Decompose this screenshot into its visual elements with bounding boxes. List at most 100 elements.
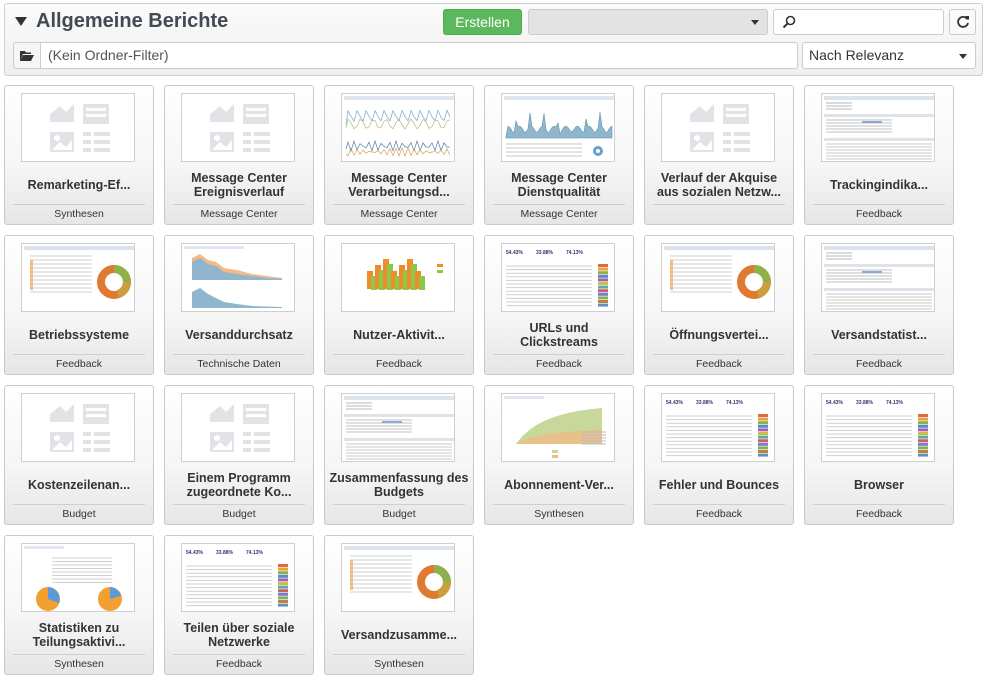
report-tile[interactable]: Trackingindika... Feedback: [804, 85, 954, 225]
report-tile[interactable]: Einem Programm zugeordnete Ko... Budget: [164, 385, 314, 525]
report-title: Versanddurchsatz: [185, 328, 293, 342]
collapse-triangle-icon[interactable]: [15, 17, 27, 26]
divider: [173, 354, 305, 355]
report-category: Message Center: [520, 208, 598, 220]
sort-dropdown[interactable]: Nach Relevanz: [802, 42, 976, 69]
divider: [333, 354, 465, 355]
report-tile[interactable]: Nutzer-Aktivit... Feedback: [324, 235, 474, 375]
report-title: Öffnungsvertei...: [669, 328, 769, 342]
svg-text:74.13%: 74.13%: [566, 250, 584, 256]
divider: [653, 504, 785, 505]
report-tile[interactable]: 54.43% 33.88% 74.13% URLs und Clickstreams F…: [484, 235, 634, 375]
report-tile[interactable]: Versandzusamme... Synthesen: [324, 535, 474, 675]
report-title: Abonnement-Ver...: [504, 478, 614, 492]
create-button[interactable]: Erstellen: [443, 9, 522, 35]
report-thumbnail: [21, 93, 135, 162]
report-title: Zusammenfassung des Budgets: [329, 471, 469, 499]
divider: [333, 504, 465, 505]
divider: [653, 354, 785, 355]
report-title: Nutzer-Aktivit...: [353, 328, 445, 342]
divider: [813, 204, 945, 205]
report-title: Versandstatist...: [831, 328, 927, 342]
divider: [173, 204, 305, 205]
chevron-down-icon: [751, 20, 759, 25]
search-input[interactable]: [798, 13, 938, 31]
report-tile[interactable]: Versandstatist... Feedback: [804, 235, 954, 375]
report-tile[interactable]: 54.43% 33.88% 74.13% Browser Feedback: [804, 385, 954, 525]
report-tile[interactable]: Message Center Dienstqualität Message Cen…: [484, 85, 634, 225]
report-tile[interactable]: Verlauf der Akquise aus sozialen Netzw..…: [644, 85, 794, 225]
report-thumbnail: [341, 243, 455, 312]
divider: [493, 504, 625, 505]
svg-text:33.88%: 33.88%: [856, 400, 874, 406]
report-thumbnail: [661, 93, 775, 162]
report-tile[interactable]: Versanddurchsatz Technische Daten: [164, 235, 314, 375]
report-title: Message Center Dienstqualität: [511, 171, 607, 199]
folder-open-icon: [20, 51, 34, 61]
report-title: Statistiken zu Teilungsaktivi...: [32, 621, 126, 649]
svg-text:33.88%: 33.88%: [536, 250, 554, 256]
report-thumbnail: 54.43% 33.88% 74.13%: [821, 393, 935, 462]
svg-text:74.13%: 74.13%: [886, 400, 904, 406]
report-title: Remarketing-Ef...: [27, 178, 131, 192]
divider: [653, 204, 785, 205]
report-category: Message Center: [200, 208, 278, 220]
report-category: Feedback: [695, 508, 743, 520]
svg-text:33.88%: 33.88%: [696, 400, 714, 406]
report-tile[interactable]: Zusammenfassung des Budgets Budget: [324, 385, 474, 525]
report-type-dropdown[interactable]: [528, 9, 768, 35]
report-tile[interactable]: Abonnement-Ver... Synthesen: [484, 385, 634, 525]
report-thumbnail: [821, 243, 935, 312]
sort-value: Nach Relevanz: [809, 47, 904, 63]
search-box[interactable]: [773, 9, 944, 35]
folder-filter-field[interactable]: (Kein Ordner-Filter): [40, 42, 798, 69]
folder-filter-button[interactable]: [13, 42, 41, 69]
svg-text:33.88%: 33.88%: [216, 550, 234, 556]
search-icon: [782, 15, 796, 29]
report-tile[interactable]: Remarketing-Ef... Synthesen: [4, 85, 154, 225]
report-title: Message Center Verarbeitungsd...: [348, 171, 450, 199]
report-category: Technische Daten: [197, 358, 281, 370]
report-title: Teilen über soziale Netzwerke: [183, 621, 295, 649]
header-panel: Allgemeine Berichte Erstellen (Kein Ordn…: [4, 3, 983, 76]
report-category: Synthesen: [54, 658, 104, 670]
report-thumbnail: [181, 393, 295, 462]
report-thumbnail: [341, 543, 455, 612]
svg-text:54.43%: 54.43%: [666, 400, 684, 406]
divider: [493, 354, 625, 355]
report-category: Feedback: [215, 658, 263, 670]
report-title: Verlauf der Akquise aus sozialen Netzw..…: [657, 171, 781, 199]
report-thumbnail: [501, 393, 615, 462]
report-category: Feedback: [55, 358, 103, 370]
report-tile[interactable]: Betriebssysteme Feedback: [4, 235, 154, 375]
report-tile[interactable]: Message Center Ereignisverlauf Message Ce…: [164, 85, 314, 225]
report-title: URLs und Clickstreams: [520, 321, 598, 349]
report-tile[interactable]: Kostenzeilenan... Budget: [4, 385, 154, 525]
report-category: Feedback: [855, 508, 903, 520]
report-tile[interactable]: 54.43% 33.88% 74.13% Fehler und Bounces Feed…: [644, 385, 794, 525]
report-tile[interactable]: Statistiken zu Teilungsaktivi... Synthese…: [4, 535, 154, 675]
report-thumbnail: [181, 93, 295, 162]
report-title: Message Center Ereignisverlauf: [191, 171, 287, 199]
report-category: Feedback: [695, 358, 743, 370]
svg-text:74.13%: 74.13%: [246, 550, 264, 556]
divider: [13, 504, 145, 505]
divider: [813, 504, 945, 505]
divider: [333, 654, 465, 655]
report-category: Message Center: [360, 208, 438, 220]
report-tile[interactable]: 54.43% 33.88% 74.13% Teilen über soziale Ne…: [164, 535, 314, 675]
report-category: Synthesen: [374, 658, 424, 670]
report-tile[interactable]: Öffnungsvertei... Feedback: [644, 235, 794, 375]
svg-text:54.43%: 54.43%: [826, 400, 844, 406]
divider: [333, 204, 465, 205]
report-category: Budget: [222, 508, 256, 520]
refresh-button[interactable]: [949, 9, 976, 35]
report-tile[interactable]: Message Center Verarbeitungsd... Message …: [324, 85, 474, 225]
divider: [173, 654, 305, 655]
chevron-down-icon: [959, 54, 967, 59]
report-category: Synthesen: [54, 208, 104, 220]
divider: [813, 354, 945, 355]
report-title: Versandzusamme...: [340, 628, 458, 642]
report-thumbnail: [661, 243, 775, 312]
report-category: Feedback: [375, 358, 423, 370]
